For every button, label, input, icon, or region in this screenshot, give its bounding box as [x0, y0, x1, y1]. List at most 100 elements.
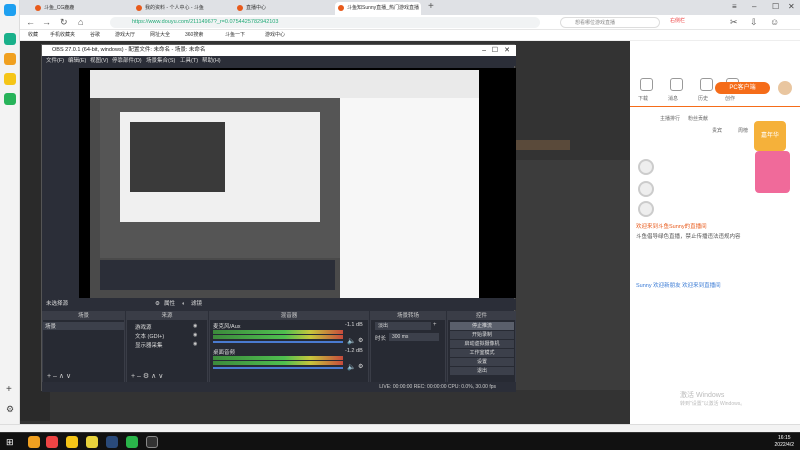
- gear-icon[interactable]: ⚙: [358, 363, 363, 370]
- taskbar-obs-icon[interactable]: [146, 436, 158, 448]
- up-icon[interactable]: ∧: [151, 373, 156, 380]
- speaker-icon[interactable]: 🔈: [347, 337, 356, 345]
- bookmark-item[interactable]: 游戏大厅: [115, 30, 135, 41]
- menu-scene-collection[interactable]: 场景集合(S): [146, 56, 175, 66]
- new-tab-button[interactable]: +: [428, 1, 434, 12]
- maximize-icon[interactable]: ☐: [772, 2, 779, 11]
- taskbar-steam-icon[interactable]: [106, 436, 118, 448]
- maximize-icon[interactable]: ☐: [492, 45, 498, 56]
- menu-file[interactable]: 文件(F): [46, 56, 64, 66]
- rank-tab[interactable]: 粉丝贡献: [688, 115, 708, 122]
- settings-button[interactable]: 设置: [450, 358, 514, 366]
- home-icon[interactable]: ⌂: [78, 17, 83, 27]
- menu-help[interactable]: 帮助(H): [202, 56, 221, 66]
- extension-icon[interactable]: ✂: [730, 17, 738, 28]
- bookmark-item[interactable]: 斗鱼一下: [225, 30, 245, 41]
- rank-tab[interactable]: 贵宾: [712, 127, 722, 134]
- sources-header: 来源: [127, 312, 207, 320]
- taskbar-app-icon[interactable]: [28, 436, 40, 448]
- taskbar-app-icon[interactable]: [86, 436, 98, 448]
- taskbar-app-icon[interactable]: [126, 436, 138, 448]
- tab-1[interactable]: 斗鱼_CG鹿鹿: [32, 2, 118, 15]
- down-icon[interactable]: ∨: [158, 373, 163, 380]
- menu-docks[interactable]: 停靠部件(D): [112, 56, 142, 66]
- rank-tab[interactable]: 周榜: [738, 127, 748, 134]
- source-item[interactable]: 显示器采集: [135, 341, 163, 349]
- history-icon[interactable]: [700, 78, 713, 91]
- sidebar-game-icon[interactable]: [4, 53, 16, 65]
- studio-mode-button[interactable]: 工作室模式: [450, 349, 514, 357]
- search-input[interactable]: 想看哪位游戏直播: [560, 17, 660, 28]
- url-input[interactable]: https://www.douyu.com/21114967?_r=0.0754…: [110, 17, 540, 28]
- add-icon[interactable]: +: [47, 373, 51, 380]
- sidebar-chat-icon[interactable]: [4, 93, 16, 105]
- exit-button[interactable]: 退出: [450, 367, 514, 375]
- download-icon[interactable]: ⇩: [750, 17, 758, 28]
- gear-icon[interactable]: ⚙: [358, 337, 363, 344]
- scene-item[interactable]: 场景: [43, 322, 124, 330]
- source-item[interactable]: 游戏源: [135, 323, 152, 331]
- volume-slider[interactable]: [213, 367, 343, 369]
- add-icon[interactable]: +: [131, 373, 135, 380]
- menu-view[interactable]: 视图(V): [90, 56, 108, 66]
- remove-icon[interactable]: –: [137, 373, 141, 380]
- rank-tab[interactable]: 主播排行: [660, 115, 680, 122]
- sidebar-folder-icon[interactable]: [4, 73, 16, 85]
- bookmark-item[interactable]: 谷歌: [90, 30, 100, 41]
- tab-4[interactable]: 斗鱼知Sunny直播_热门游戏直播: [335, 2, 421, 15]
- close-icon[interactable]: ✕: [504, 45, 510, 56]
- captured-right-panel: [340, 98, 479, 298]
- close-icon[interactable]: ✕: [788, 2, 795, 11]
- tab-2[interactable]: 我的资料 - 个人中心 - 斗鱼: [133, 2, 219, 15]
- menu-tools[interactable]: 工具(T): [180, 56, 198, 66]
- duration-input[interactable]: 300 ms: [389, 333, 439, 341]
- message-icon[interactable]: [670, 78, 683, 91]
- visibility-icon[interactable]: ◉: [193, 323, 197, 329]
- visibility-icon[interactable]: ◉: [193, 332, 197, 338]
- event-badge[interactable]: 嘉年华: [754, 121, 786, 151]
- bookmark-item[interactable]: 游戏中心: [265, 30, 285, 41]
- tab-3[interactable]: 直播中心: [234, 2, 320, 15]
- sidebar-app-icon[interactable]: [4, 33, 16, 45]
- controls-header: 控件: [448, 312, 515, 320]
- stop-streaming-button[interactable]: 停止推流: [450, 322, 514, 330]
- bookmark-item[interactable]: 手机收藏夹: [50, 30, 75, 41]
- avatar[interactable]: [778, 81, 792, 95]
- properties-button[interactable]: 属性: [164, 299, 175, 310]
- transition-select[interactable]: 淡出: [375, 322, 431, 330]
- filter-icon[interactable]: ◐: [182, 299, 185, 310]
- refresh-icon[interactable]: ↻: [60, 17, 68, 28]
- taskbar-app-icon[interactable]: [46, 436, 58, 448]
- start-recording-button[interactable]: 开始录制: [450, 331, 514, 339]
- speaker-icon[interactable]: 🔈: [347, 363, 356, 371]
- windows-start-icon[interactable]: ⊞: [6, 437, 14, 448]
- up-icon[interactable]: ∧: [59, 373, 64, 380]
- menu-edit[interactable]: 编辑(E): [68, 56, 86, 66]
- gear-icon[interactable]: ⚙: [143, 373, 149, 380]
- filters-button[interactable]: 滤镜: [191, 299, 202, 310]
- gift-promo[interactable]: [755, 151, 790, 193]
- sidebar-add-icon[interactable]: +: [6, 384, 12, 395]
- minimize-icon[interactable]: –: [752, 2, 756, 11]
- menu-icon[interactable]: ≡: [732, 2, 737, 11]
- pc-download-button[interactable]: PC客户端: [715, 82, 770, 94]
- user-icon[interactable]: ☺: [770, 17, 779, 27]
- visibility-icon[interactable]: ◉: [193, 341, 197, 347]
- bookmark-item[interactable]: 网址大全: [150, 30, 170, 41]
- remove-icon[interactable]: –: [53, 373, 57, 380]
- minimize-icon[interactable]: –: [482, 45, 486, 56]
- sidebar-settings-icon[interactable]: ⚙: [6, 404, 14, 415]
- volume-slider[interactable]: [213, 341, 343, 343]
- system-clock[interactable]: 16:15 2022/4/2: [775, 435, 794, 449]
- gear-icon[interactable]: ⚙: [155, 299, 160, 310]
- taskbar-app-icon[interactable]: [66, 436, 78, 448]
- source-item[interactable]: 文本 (GDI+): [135, 332, 164, 340]
- download-icon[interactable]: [640, 78, 653, 91]
- add-icon[interactable]: +: [433, 322, 437, 328]
- back-icon[interactable]: ←: [26, 17, 35, 27]
- bookmark-item[interactable]: 360搜索: [185, 30, 203, 41]
- virtual-camera-button[interactable]: 启动虚拟摄像机: [450, 340, 514, 348]
- bookmark-item[interactable]: 收藏: [28, 30, 38, 41]
- down-icon[interactable]: ∨: [66, 373, 71, 380]
- forward-icon[interactable]: →: [42, 17, 51, 27]
